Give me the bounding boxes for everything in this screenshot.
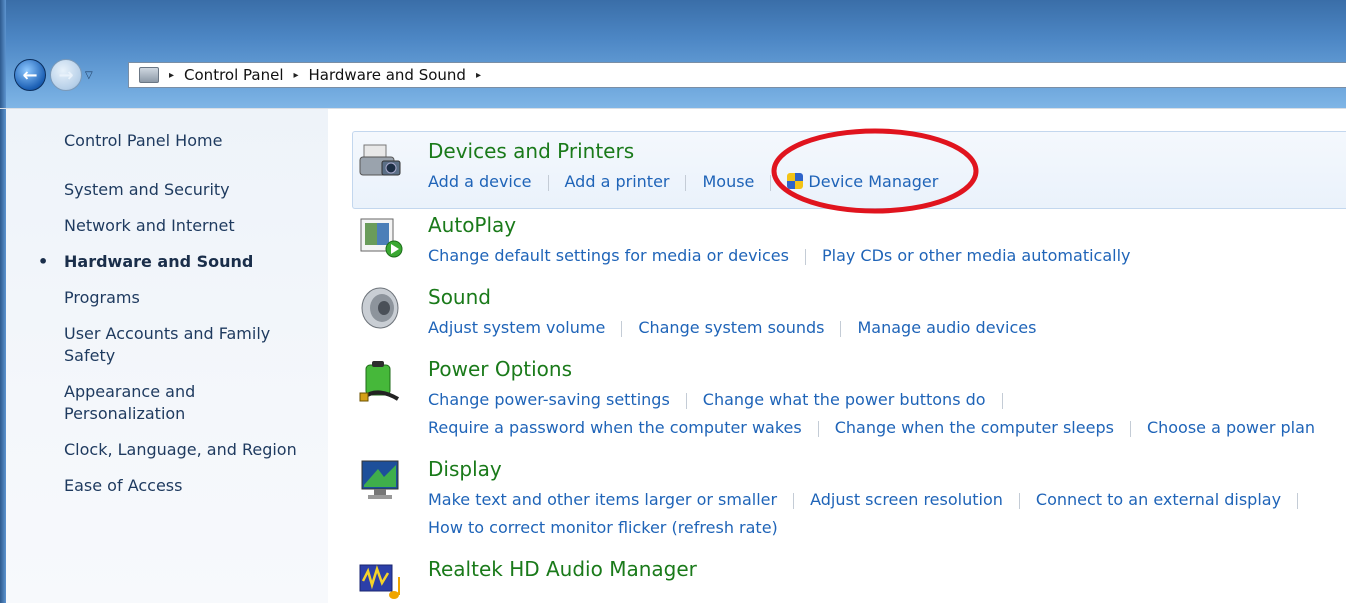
nav-item-user-accounts[interactable]: User Accounts and Family Safety (64, 323, 320, 367)
separator (1129, 420, 1131, 437)
address-bar[interactable]: ▸ Control Panel ▸ Hardware and Sound ▸ (128, 62, 1346, 88)
breadcrumb-chevron-icon[interactable]: ▸ (169, 70, 174, 81)
recent-pages-dropdown-icon[interactable]: ▽ (85, 70, 93, 81)
annotation-ellipse (771, 128, 979, 214)
nav-item-clock-language-region[interactable]: Clock, Language, and Region (64, 439, 320, 461)
separator (840, 320, 842, 337)
require-password-on-wake-link[interactable]: Require a password when the computer wak… (428, 418, 802, 437)
change-sleep-time-link[interactable]: Change when the computer sleeps (835, 418, 1114, 437)
breadcrumb-chevron-icon[interactable]: ▸ (476, 70, 481, 81)
separator (1297, 492, 1299, 509)
back-arrow-icon[interactable]: ← (14, 59, 46, 91)
battery-icon (359, 361, 400, 402)
manage-audio-devices-link[interactable]: Manage audio devices (857, 318, 1036, 337)
monitor-icon (361, 460, 399, 499)
change-system-sounds-link[interactable]: Change system sounds (638, 318, 824, 337)
speaker-icon (361, 287, 399, 329)
category-title[interactable]: Display (428, 457, 502, 481)
control-panel-icon (139, 67, 159, 83)
audio-manager-icon (359, 564, 400, 599)
printer-camera-icon (359, 144, 401, 176)
category-title[interactable]: AutoPlay (428, 213, 516, 237)
separator (1001, 392, 1003, 409)
nav-item-programs[interactable]: Programs (64, 287, 320, 309)
breadcrumb-hardware-and-sound[interactable]: Hardware and Sound (309, 66, 466, 84)
external-display-link[interactable]: Connect to an external display (1036, 490, 1281, 509)
separator (817, 420, 819, 437)
left-nav-pane: Control Panel Home System and Security N… (6, 109, 328, 603)
category-title[interactable]: Realtek HD Audio Manager (428, 557, 697, 581)
breadcrumb-control-panel[interactable]: Control Panel (184, 66, 283, 84)
separator (793, 492, 795, 509)
breadcrumb-chevron-icon[interactable]: ▸ (294, 70, 299, 81)
adjust-system-volume-link[interactable]: Adjust system volume (428, 318, 605, 337)
separator (1018, 492, 1020, 509)
category-list: System and Security Network and Internet… (38, 179, 320, 511)
separator (804, 248, 806, 265)
separator (621, 320, 623, 337)
category-title[interactable]: Sound (428, 285, 491, 309)
play-cds-automatically-link[interactable]: Play CDs or other media automatically (822, 246, 1131, 265)
category-links: Change power-saving settings Change what … (428, 387, 1315, 441)
add-a-printer-link[interactable]: Add a printer (565, 172, 670, 191)
category-links: Adjust system volume Change system sounds… (428, 315, 1036, 341)
separator (685, 392, 687, 409)
text-size-link[interactable]: Make text and other items larger or smal… (428, 490, 777, 509)
monitor-flicker-link[interactable]: How to correct monitor flicker (refresh … (428, 518, 778, 537)
change-power-saving-settings-link[interactable]: Change power-saving settings (428, 390, 670, 409)
navigation-buttons: ← → ▽ (14, 58, 93, 92)
nav-item-hardware-and-sound: Hardware and Sound (38, 251, 320, 273)
change-default-media-settings-link[interactable]: Change default settings for media or dev… (428, 246, 789, 265)
category-links: Change default settings for media or dev… (428, 243, 1131, 269)
category-title[interactable]: Power Options (428, 357, 572, 381)
forward-arrow-icon[interactable]: → (50, 59, 82, 91)
control-panel-home-link[interactable]: Control Panel Home (64, 131, 222, 150)
nav-item-system-and-security[interactable]: System and Security (64, 179, 320, 201)
window-titlebar (0, 0, 1346, 108)
mouse-link[interactable]: Mouse (702, 172, 754, 191)
choose-power-plan-link[interactable]: Choose a power plan (1147, 418, 1315, 437)
autoplay-icon (360, 218, 403, 258)
separator (547, 174, 549, 191)
power-buttons-link[interactable]: Change what the power buttons do (703, 390, 986, 409)
nav-item-network-and-internet[interactable]: Network and Internet (64, 215, 320, 237)
category-title[interactable]: Devices and Printers (428, 139, 634, 163)
separator (685, 174, 687, 191)
main-content: Devices and Printers Add a device Add a p… (328, 109, 1346, 603)
category-links: Make text and other items larger or smal… (428, 487, 1314, 541)
nav-item-appearance[interactable]: Appearance and Personalization (64, 381, 320, 425)
screen-resolution-link[interactable]: Adjust screen resolution (810, 490, 1003, 509)
nav-item-ease-of-access[interactable]: Ease of Access (64, 475, 320, 497)
add-a-device-link[interactable]: Add a device (428, 172, 532, 191)
